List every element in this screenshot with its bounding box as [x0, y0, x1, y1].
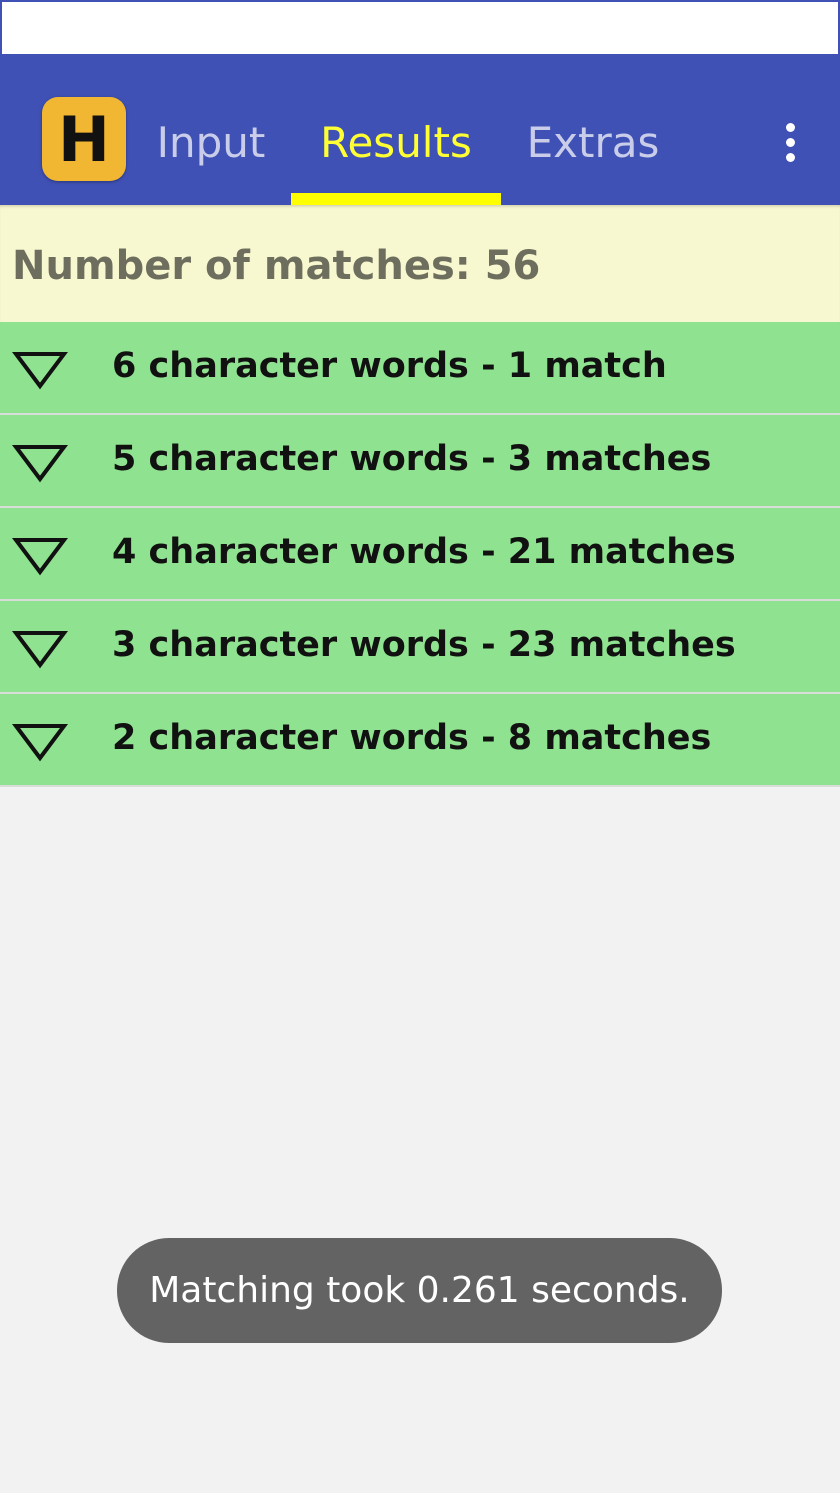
expand-triangle-icon	[12, 352, 68, 390]
tab-results[interactable]: Results	[291, 112, 501, 172]
expand-triangle-icon	[12, 445, 68, 483]
top-input-strip	[0, 0, 840, 56]
group-row-5-char[interactable]: 5 character words - 3 matches	[0, 415, 840, 508]
expand-triangle-icon	[12, 631, 68, 669]
expand-triangle-icon	[12, 538, 68, 576]
more-vert-icon-dot	[785, 137, 795, 147]
tab-extras[interactable]: Extras	[520, 112, 666, 172]
match-count-banner: Number of matches: 56	[0, 205, 840, 322]
results-group-list: 6 character words - 1 match 5 character …	[0, 322, 840, 787]
group-row-6-char[interactable]: 6 character words - 1 match	[0, 322, 840, 415]
group-label: 2 character words - 8 matches	[112, 718, 712, 758]
group-label: 6 character words - 1 match	[112, 346, 667, 386]
expand-triangle-icon	[12, 724, 68, 762]
group-row-3-char[interactable]: 3 character words - 23 matches	[0, 601, 840, 694]
active-tab-indicator	[291, 193, 501, 205]
toast-message: Matching took 0.261 seconds.	[117, 1238, 722, 1343]
group-label: 4 character words - 21 matches	[112, 532, 736, 572]
more-options-button[interactable]	[770, 112, 810, 172]
group-row-4-char[interactable]: 4 character words - 21 matches	[0, 508, 840, 601]
match-count-text: Number of matches: 56	[12, 243, 541, 289]
group-label: 3 character words - 23 matches	[112, 625, 736, 665]
group-label: 5 character words - 3 matches	[112, 439, 712, 479]
more-vert-icon-dot	[785, 152, 795, 162]
app-logo: H	[42, 97, 126, 181]
more-vert-icon	[785, 122, 795, 132]
tab-input[interactable]: Input	[150, 112, 272, 172]
group-row-2-char[interactable]: 2 character words - 8 matches	[0, 694, 840, 787]
app-bar: H Input Results Extras	[0, 56, 840, 205]
